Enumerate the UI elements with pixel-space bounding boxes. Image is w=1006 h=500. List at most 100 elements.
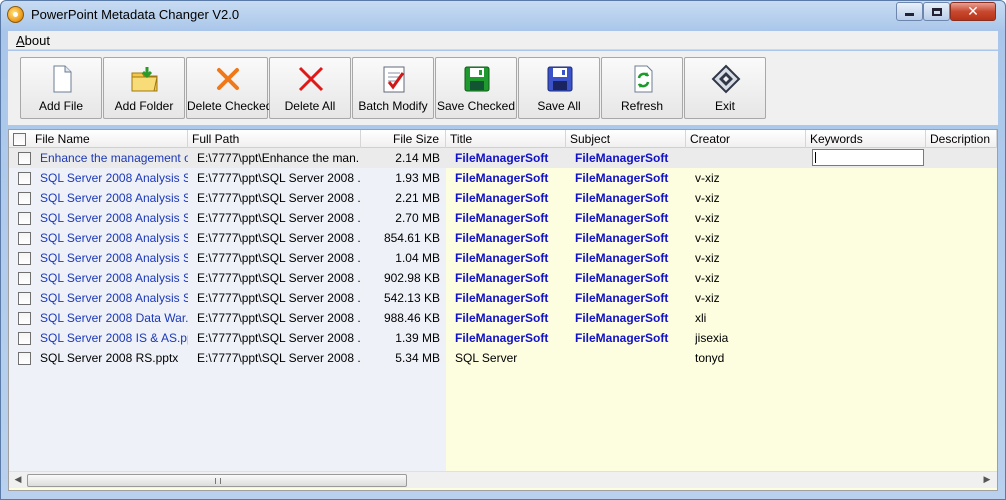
column-header-description[interactable]: Description	[926, 130, 997, 148]
cell-subject: FileManagerSoft	[575, 191, 669, 205]
cell-subject	[575, 348, 685, 368]
batch-modify-label: Batch Modify	[358, 99, 428, 113]
refresh-label: Refresh	[620, 99, 664, 113]
cell-creator: v-xiz	[695, 291, 720, 305]
table-row[interactable]: SQL Server 2008 Analysis S... E:\7777\ppt…	[9, 228, 997, 248]
document-icon	[47, 64, 77, 94]
cell-subject: FileManagerSoft	[575, 231, 669, 245]
select-all-checkbox[interactable]	[13, 133, 26, 146]
table-row[interactable]: SQL Server 2008 IS & AS.pptx E:\7777\ppt\…	[9, 328, 997, 348]
cell-name: SQL Server 2008 Analysis S...	[40, 171, 188, 185]
horizontal-scrollbar[interactable]: ◀ ▶	[9, 471, 997, 488]
column-header-file-size[interactable]: File Size	[361, 130, 446, 148]
table-row[interactable]: SQL Server 2008 Analysis S... E:\7777\ppt…	[9, 248, 997, 268]
cell-path: E:\7777\ppt\SQL Server 2008 ...	[197, 271, 360, 285]
cell-size: 988.46 KB	[383, 311, 440, 325]
column-header-subject[interactable]: Subject	[566, 130, 686, 148]
delete-checked-button[interactable]: Delete Checked	[186, 57, 273, 119]
cell-name: SQL Server 2008 Analysis S...	[40, 251, 188, 265]
cell-creator: jisexia	[695, 331, 729, 345]
column-header-file-name[interactable]: File Name	[31, 130, 188, 148]
cell-path: E:\7777\ppt\SQL Server 2008 ...	[197, 351, 360, 365]
cell-creator: xli	[695, 311, 707, 325]
scroll-thumb[interactable]	[27, 474, 407, 487]
cell-name: Enhance the management o...	[40, 151, 188, 165]
cell-name: SQL Server 2008 Analysis S...	[40, 291, 188, 305]
cell-name: SQL Server 2008 Analysis S...	[40, 211, 188, 225]
row-checkbox[interactable]	[18, 312, 31, 325]
table-row[interactable]: Enhance the management o... E:\7777\ppt\E…	[9, 148, 997, 168]
row-checkbox[interactable]	[18, 292, 31, 305]
table-row[interactable]: SQL Server 2008 Analysis S... E:\7777\ppt…	[9, 208, 997, 228]
cell-size: 2.21 MB	[395, 191, 440, 205]
row-checkbox[interactable]	[18, 252, 31, 265]
row-checkbox[interactable]	[18, 272, 31, 285]
row-checkbox[interactable]	[18, 352, 31, 365]
scroll-left-icon[interactable]: ◀	[10, 473, 26, 488]
cell-subject: FileManagerSoft	[575, 291, 669, 305]
cell-creator: tonyd	[695, 351, 725, 365]
menu-about[interactable]: About	[16, 33, 50, 48]
row-checkbox[interactable]	[18, 152, 31, 165]
cell-path: E:\7777\ppt\SQL Server 2008 ...	[197, 211, 360, 225]
keywords-edit-input[interactable]	[812, 149, 924, 166]
save-checked-button[interactable]: Save Checked	[435, 57, 517, 119]
delete-all-label: Delete All	[284, 99, 336, 113]
refresh-icon	[628, 64, 658, 94]
cell-creator: v-xiz	[695, 231, 720, 245]
cell-size: 2.14 MB	[395, 151, 440, 165]
minimize-button[interactable]	[896, 2, 923, 21]
column-header-creator[interactable]: Creator	[686, 130, 806, 148]
save-checked-label: Save Checked	[436, 99, 516, 113]
maximize-button[interactable]	[923, 2, 950, 21]
cell-path: E:\7777\ppt\SQL Server 2008 ...	[197, 171, 360, 185]
table-row[interactable]: SQL Server 2008 Analysis S... E:\7777\ppt…	[9, 268, 997, 288]
table-row[interactable]: SQL Server 2008 RS.pptx E:\7777\ppt\SQL S…	[9, 348, 997, 368]
row-checkbox[interactable]	[18, 332, 31, 345]
row-checkbox[interactable]	[18, 172, 31, 185]
cell-path: E:\7777\ppt\Enhance the man...	[197, 151, 360, 165]
cell-path: E:\7777\ppt\SQL Server 2008 ...	[197, 251, 360, 265]
app-window: PowerPoint Metadata Changer V2.0 ✕ About…	[0, 0, 1006, 500]
delete-checked-label: Delete Checked	[187, 99, 273, 113]
column-header-title[interactable]: Title	[446, 130, 566, 148]
add-file-button[interactable]: Add File	[20, 57, 102, 119]
red-x-icon	[296, 64, 326, 94]
close-button[interactable]: ✕	[950, 2, 996, 21]
cell-name: SQL Server 2008 RS.pptx	[40, 351, 179, 365]
cell-subject: FileManagerSoft	[575, 331, 669, 345]
orange-x-icon	[213, 64, 243, 94]
grip-icon	[215, 478, 221, 484]
column-header-keywords[interactable]: Keywords	[806, 130, 926, 148]
cell-creator: v-xiz	[695, 191, 720, 205]
title-bar[interactable]: PowerPoint Metadata Changer V2.0 ✕	[1, 1, 1005, 29]
file-table: File Name Full Path File Size Title Subject C…	[8, 129, 998, 491]
exit-label: Exit	[714, 99, 735, 113]
exit-button[interactable]: Exit	[684, 57, 766, 119]
cell-name: SQL Server 2008 IS & AS.pptx	[40, 331, 188, 345]
cell-size: 1.93 MB	[395, 171, 440, 185]
table-row[interactable]: SQL Server 2008 Analysis S... E:\7777\ppt…	[9, 288, 997, 308]
row-checkbox[interactable]	[18, 192, 31, 205]
toolbar: Add File Add Folder Delete Checked Delete A…	[8, 51, 998, 125]
table-row[interactable]: SQL Server 2008 Analysis S... E:\7777\ppt…	[9, 188, 997, 208]
cell-size: 2.70 MB	[395, 211, 440, 225]
table-row[interactable]: SQL Server 2008 Analysis S... E:\7777\ppt…	[9, 168, 997, 188]
cell-size: 542.13 KB	[383, 291, 440, 305]
column-header-full-path[interactable]: Full Path	[188, 130, 361, 148]
row-checkbox[interactable]	[18, 212, 31, 225]
cell-subject: FileManagerSoft	[575, 211, 669, 225]
table-row[interactable]: SQL Server 2008 Data War... E:\7777\ppt\S…	[9, 308, 997, 328]
cell-title: FileManagerSoft	[455, 271, 549, 285]
green-floppy-icon	[462, 64, 492, 94]
row-checkbox[interactable]	[18, 232, 31, 245]
add-folder-label: Add Folder	[114, 99, 174, 113]
scroll-right-icon[interactable]: ▶	[979, 473, 995, 488]
refresh-button[interactable]: Refresh	[601, 57, 683, 119]
add-folder-button[interactable]: Add Folder	[103, 57, 185, 119]
app-logo-icon	[7, 6, 24, 23]
table-header: File Name Full Path File Size Title Subject C…	[9, 130, 997, 148]
batch-modify-button[interactable]: Batch Modify	[352, 57, 434, 119]
delete-all-button[interactable]: Delete All	[269, 57, 351, 119]
save-all-button[interactable]: Save All	[518, 57, 600, 119]
